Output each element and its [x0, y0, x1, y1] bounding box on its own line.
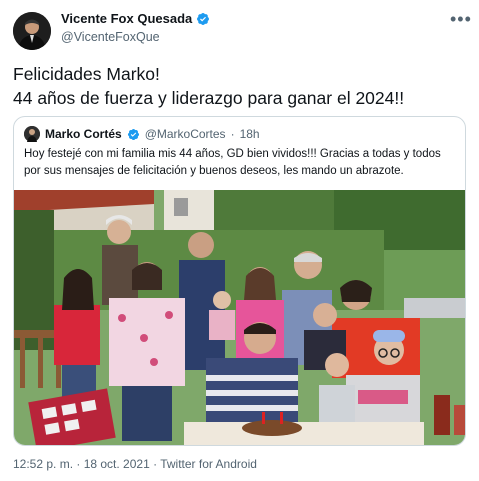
quoted-tweet[interactable]: Marko Cortés @MarkoCortes · 18h Hoy fest… [13, 116, 466, 446]
quoted-verified-badge-icon [127, 128, 140, 141]
tweet-text-line-2: 44 años de fuerza y liderazgo para ganar… [13, 88, 405, 108]
quoted-author-name[interactable]: Marko Cortés [45, 127, 122, 141]
family-photo[interactable] [14, 190, 465, 445]
quoted-separator: · [230, 127, 235, 141]
tweet-card: Vicente Fox Quesada @VicenteFoxQue ••• F… [0, 0, 479, 481]
tweet-meta[interactable]: 12:52 p. m. · 18 oct. 2021 · Twitter for… [13, 457, 257, 471]
author-name-row: Vicente Fox Quesada [61, 11, 210, 26]
quoted-author-avatar [24, 126, 40, 142]
author-display-name[interactable]: Vicente Fox Quesada [61, 11, 192, 26]
author-handle[interactable]: @VicenteFoxQue [61, 30, 160, 44]
quoted-timestamp[interactable]: 18h [240, 127, 260, 141]
verified-badge-icon [196, 12, 210, 26]
quoted-tweet-text: Hoy festejé con mi familia mis 44 años, … [24, 148, 441, 177]
author-avatar[interactable] [13, 12, 51, 50]
quoted-tweet-header: Marko Cortés @MarkoCortes · 18h [24, 126, 260, 142]
tweet-text: Felicidades Marko! 44 años de fuerza y l… [13, 62, 404, 110]
more-options-icon[interactable]: ••• [450, 10, 472, 28]
tweet-text-line-1: Felicidades Marko! [13, 64, 160, 84]
quoted-author-handle[interactable]: @MarkoCortes [145, 127, 226, 141]
